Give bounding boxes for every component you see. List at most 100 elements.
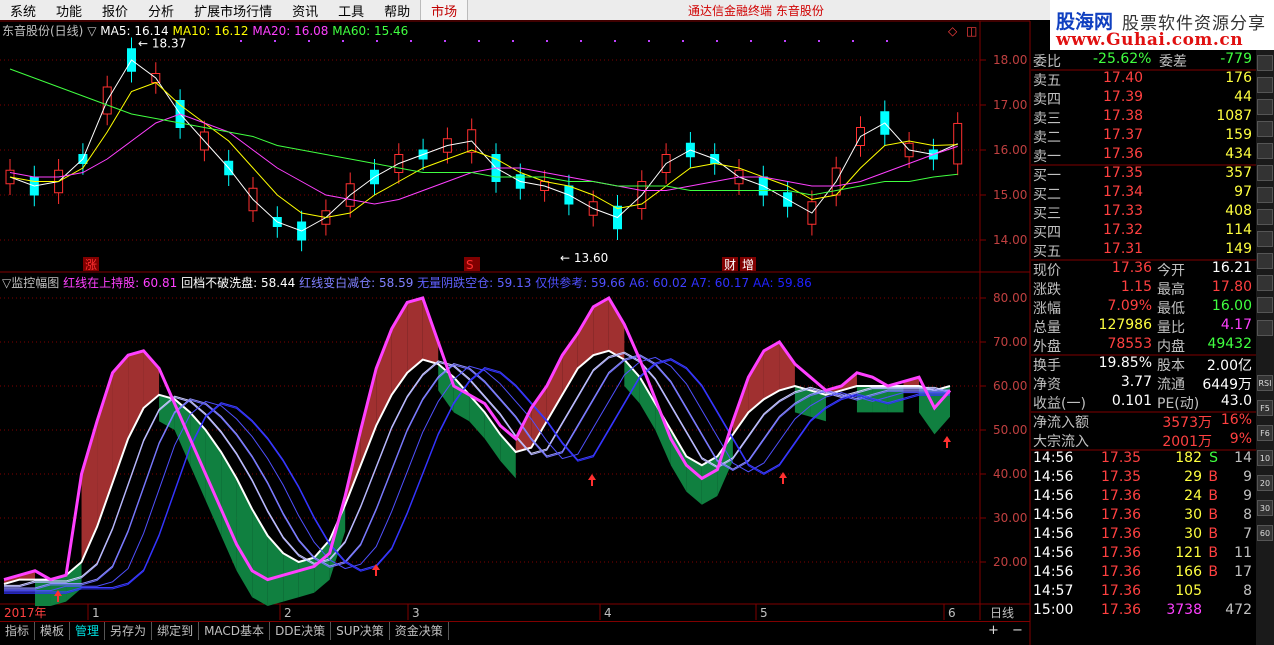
tick-price: 17.36 [1101, 564, 1142, 580]
event-marker-zhang-label: 涨 [85, 257, 97, 272]
formula-tab-1[interactable]: 模板 [35, 622, 71, 640]
sell-label: 卖一 [1033, 149, 1061, 165]
indicator-item-4: 仅供参考: 59.66 [535, 276, 630, 290]
tick-price: 17.36 [1101, 583, 1142, 599]
sidebar-tool-button-icon[interactable] [1257, 143, 1273, 159]
tick-time: 14:56 [1033, 526, 1074, 542]
stat-value-1: 1.15 [1120, 279, 1152, 295]
tick-volume: 29 [1184, 469, 1202, 485]
chart-window-icon[interactable]: ◫ [966, 24, 977, 38]
ind-fill-segment [546, 355, 563, 422]
sidebar-tool-button-icon[interactable] [1257, 209, 1273, 225]
tick-price: 17.36 [1101, 507, 1142, 523]
tick-side: B [1208, 488, 1218, 504]
buy-level-5: 买五 17.31 149 [1031, 241, 1254, 260]
flow-row-1: 大宗流入 2001万 9% [1031, 431, 1254, 450]
buy-label: 买五 [1033, 244, 1061, 260]
signal-dot [308, 40, 310, 42]
stat-label-1: 外盘 [1033, 339, 1061, 355]
indicator-item-3: 无量阴跌空仓: 59.13 [417, 276, 536, 290]
sidebar-tool-button-icon[interactable] [1257, 187, 1273, 203]
ma60-label: MA60: 15.46 [332, 24, 409, 38]
sidebar-tool-button-icon[interactable] [1257, 275, 1273, 291]
period-label[interactable]: 日线 [990, 606, 1014, 620]
ind-fill-segment [484, 412, 501, 461]
sidebar-shortcut-f6[interactable]: F6 [1257, 425, 1273, 441]
signal-dot [614, 40, 616, 42]
buy-volume: 114 [1225, 222, 1252, 238]
sidebar-tool-button-icon[interactable] [1257, 55, 1273, 71]
sidebar-shortcut-20[interactable]: 20 [1257, 475, 1273, 491]
sidebar-tool-button-icon[interactable] [1257, 99, 1273, 115]
formula-tab-3[interactable]: 另存为 [105, 622, 153, 640]
sidebar-shortcut-rsi[interactable]: RSI [1257, 375, 1273, 391]
event-marker-zeng-label: 增 [742, 258, 754, 272]
stat-value-2: 16.21 [1211, 260, 1252, 276]
weibi-value: -25.62% [1093, 51, 1152, 67]
sidebar-tool-button-icon[interactable] [1257, 253, 1273, 269]
indicator-item-5: A6: 60.02 [629, 276, 692, 290]
signal-dot [478, 40, 480, 42]
stock-name[interactable]: 东音股份(日线) [2, 24, 83, 38]
formula-tab-6[interactable]: DDE决策 [270, 622, 332, 640]
tick-side: S [1209, 450, 1218, 466]
tick-volume: 182 [1175, 450, 1202, 466]
signal-dot [512, 40, 514, 42]
sidebar-tool-button-icon[interactable] [1257, 121, 1273, 137]
buy-level-3: 买三 17.33 408 [1031, 203, 1254, 222]
formula-tab-5[interactable]: MACD基本 [199, 622, 271, 640]
signal-dot [784, 40, 786, 42]
tick-side: B [1208, 526, 1218, 542]
sidebar-tool-button-icon[interactable] [1257, 297, 1273, 313]
sidebar-tool-button-icon[interactable] [1257, 231, 1273, 247]
tick-price: 17.35 [1101, 450, 1142, 466]
indicator-item-0: 红线在上持股: 60.81 [63, 276, 182, 290]
tick-time: 14:56 [1033, 469, 1074, 485]
ind-fill-segment [500, 434, 516, 479]
flow-label: 大宗流入 [1033, 434, 1089, 450]
formula-tab-2[interactable]: 管理 [70, 622, 106, 640]
sell-price: 17.36 [1103, 146, 1144, 162]
tick-count: 14 [1234, 450, 1252, 466]
stat2-label-2: 流通 [1157, 377, 1185, 393]
sell-level-3: 卖三 17.38 1087 [1031, 108, 1254, 127]
signal-dot [274, 40, 276, 42]
buy-level-1: 买一 17.35 357 [1031, 165, 1254, 184]
buy-label: 买四 [1033, 225, 1061, 241]
tick-time: 14:56 [1033, 545, 1074, 561]
sidebar-shortcut-f5[interactable]: F5 [1257, 400, 1273, 416]
ind-y-tick-label: 50.00 [993, 423, 1027, 437]
kline-y-tick-label: 17.00 [993, 98, 1027, 112]
weibi-label: 委比 [1033, 54, 1061, 70]
sidebar-shortcut-10[interactable]: 10 [1257, 450, 1273, 466]
tick-side: B [1208, 507, 1218, 523]
zoom-out-button[interactable]: − [1012, 623, 1023, 638]
sidebar-shortcut-60[interactable]: 60 [1257, 525, 1273, 541]
tick-count: 11 [1234, 545, 1252, 561]
tick-count: 472 [1225, 602, 1252, 618]
sidebar-tool-button-icon[interactable] [1257, 77, 1273, 93]
signal-dot [682, 40, 684, 42]
indicator-name[interactable]: ▽监控幅图 [2, 276, 59, 290]
stat2-row-1: 净资 3.77 流通 6449万 [1031, 374, 1254, 393]
formula-tab-8[interactable]: 资金决策 [390, 622, 449, 640]
zoom-in-button[interactable]: + [988, 623, 999, 638]
formula-tab-7[interactable]: SUP决策 [331, 622, 390, 640]
tick-count: 17 [1234, 564, 1252, 580]
tick-volume: 24 [1184, 488, 1202, 504]
sidebar-shortcut-30[interactable]: 30 [1257, 500, 1273, 516]
signal-dot [376, 40, 378, 42]
tick-volume: 166 [1175, 564, 1202, 580]
formula-tab-4[interactable]: 绑定到 [152, 622, 200, 640]
sidebar-tool-button-icon[interactable] [1257, 165, 1273, 181]
buy-label: 买一 [1033, 168, 1061, 184]
sidebar-tool-button-icon[interactable] [1257, 320, 1273, 336]
formula-tab-0[interactable]: 指标 [0, 622, 36, 640]
ma10-label: MA10: 16.12 [172, 24, 249, 38]
ma-toggle-icon[interactable]: ▽ [87, 24, 96, 38]
chart-restore-icon[interactable]: ◇ [948, 24, 957, 38]
kline-y-tick-label: 18.00 [993, 53, 1027, 67]
sell-volume: 1087 [1216, 108, 1252, 124]
stat2-label-2: PE(动) [1157, 396, 1200, 412]
signal-dot [546, 40, 548, 42]
